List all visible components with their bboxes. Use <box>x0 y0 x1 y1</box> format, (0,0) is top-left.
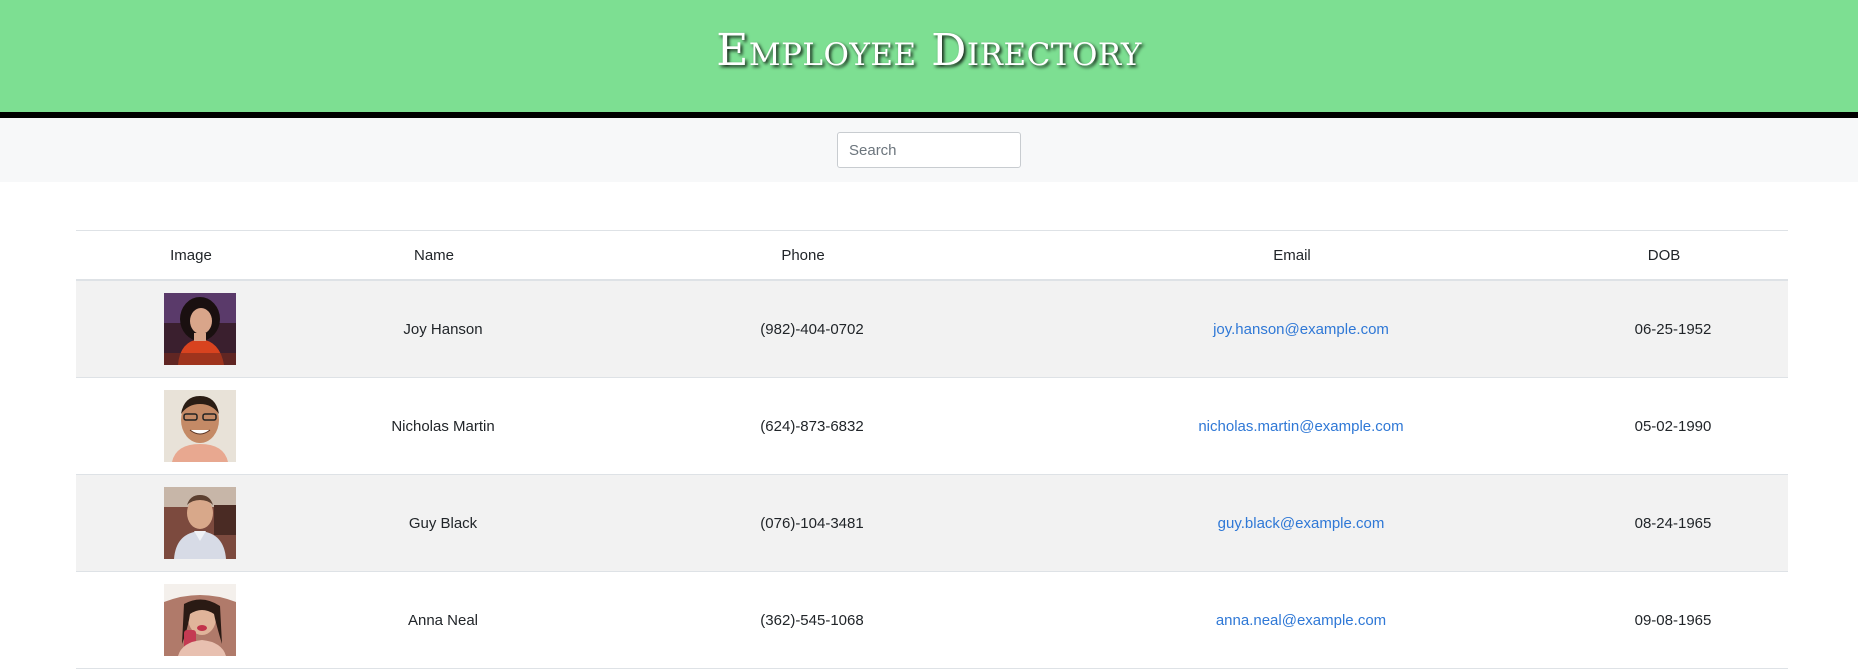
employee-table: Image Name Phone Email DOB Joy Hanson (9… <box>76 230 1788 669</box>
table-row: Guy Black (076)-104-3481 guy.black@examp… <box>76 474 1788 572</box>
name-cell: Guy Black <box>306 474 562 572</box>
table-header-row: Image Name Phone Email DOB <box>76 230 1788 281</box>
column-header-image[interactable]: Image <box>76 230 306 281</box>
employee-avatar <box>164 584 236 656</box>
page-header: Employee Directory <box>0 0 1858 118</box>
dob-cell: 06-25-1952 <box>1540 280 1788 378</box>
table-row: Nicholas Martin (624)-873-6832 nicholas.… <box>76 377 1788 475</box>
email-cell: guy.black@example.com <box>1044 474 1540 572</box>
phone-cell: (362)-545-1068 <box>562 571 1044 669</box>
table-row: Anna Neal (362)-545-1068 anna.neal@examp… <box>76 571 1788 669</box>
image-cell <box>76 474 306 572</box>
image-cell <box>76 377 306 475</box>
search-bar <box>0 118 1858 182</box>
employee-table-container: Image Name Phone Email DOB Joy Hanson (9… <box>76 230 1788 669</box>
phone-cell: (624)-873-6832 <box>562 377 1044 475</box>
email-link[interactable]: nicholas.martin@example.com <box>1198 418 1403 435</box>
image-cell <box>76 280 306 378</box>
name-cell: Anna Neal <box>306 571 562 669</box>
phone-cell: (982)-404-0702 <box>562 280 1044 378</box>
name-cell: Nicholas Martin <box>306 377 562 475</box>
search-input[interactable] <box>837 132 1021 168</box>
column-header-name[interactable]: Name <box>306 230 562 281</box>
dob-cell: 05-02-1990 <box>1540 377 1788 475</box>
table-row: Joy Hanson (982)-404-0702 joy.hanson@exa… <box>76 280 1788 378</box>
email-link[interactable]: anna.neal@example.com <box>1216 612 1386 629</box>
employee-avatar <box>164 293 236 365</box>
email-cell: joy.hanson@example.com <box>1044 280 1540 378</box>
dob-cell: 08-24-1965 <box>1540 474 1788 572</box>
column-header-phone[interactable]: Phone <box>562 230 1044 281</box>
column-header-dob[interactable]: DOB <box>1540 230 1788 281</box>
column-header-email[interactable]: Email <box>1044 230 1540 281</box>
employee-avatar <box>164 390 236 462</box>
email-link[interactable]: joy.hanson@example.com <box>1213 321 1389 338</box>
image-cell <box>76 571 306 669</box>
email-link[interactable]: guy.black@example.com <box>1218 515 1385 532</box>
page-title: Employee Directory <box>716 24 1142 76</box>
email-cell: nicholas.martin@example.com <box>1044 377 1540 475</box>
name-cell: Joy Hanson <box>306 280 562 378</box>
employee-avatar <box>164 487 236 559</box>
dob-cell: 09-08-1965 <box>1540 571 1788 669</box>
phone-cell: (076)-104-3481 <box>562 474 1044 572</box>
email-cell: anna.neal@example.com <box>1044 571 1540 669</box>
